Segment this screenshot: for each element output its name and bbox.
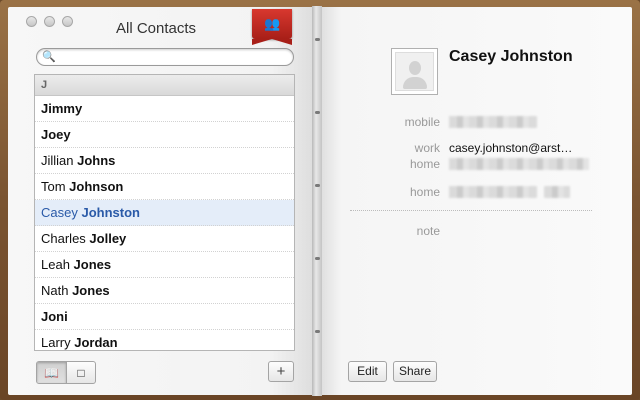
add-contact-button[interactable]: + (268, 361, 294, 382)
contact-list-item[interactable]: Charles Jolley (35, 226, 294, 252)
share-button[interactable]: Share (393, 361, 437, 382)
people-icon: 👥 (264, 16, 281, 31)
contact-first-name: Casey (41, 205, 82, 220)
minimize-button[interactable] (44, 16, 55, 27)
person-silhouette-head (409, 61, 421, 75)
contact-last-name: Jones (72, 283, 110, 298)
avatar-placeholder (395, 52, 434, 91)
contact-first-name: Jillian (41, 153, 78, 168)
person-silhouette-body (403, 77, 427, 89)
contact-list-item[interactable]: Nath Jones (35, 278, 294, 304)
contact-list-item[interactable]: Larry Jordan (35, 330, 294, 350)
redacted-mobile-value (449, 116, 537, 128)
contact-first-name: Larry (41, 335, 75, 350)
window-title: All Contacts (116, 20, 197, 37)
search-icon: 🔍 (42, 51, 56, 63)
contact-list-item[interactable]: Joni (35, 304, 294, 330)
contact-list-item[interactable]: Tom Johnson (35, 174, 294, 200)
field-label-home: home (409, 157, 440, 171)
contact-first-name: Leah (41, 257, 74, 272)
single-card-icon[interactable]: □ (66, 362, 95, 383)
contact-list-item[interactable]: Jimmy (35, 96, 294, 122)
contact-photo[interactable] (391, 48, 438, 95)
contact-last-name: Johnston (81, 205, 140, 220)
view-mode-segmented-control[interactable]: 📖 □ (36, 361, 96, 384)
contact-last-name: Johnson (69, 179, 124, 194)
redacted-home-value (449, 158, 589, 170)
groups-bookmark-button[interactable]: 👥 (252, 9, 292, 45)
binding-ring (315, 330, 320, 333)
edit-button[interactable]: Edit (348, 361, 387, 382)
binding-ring (315, 38, 320, 41)
contact-first-name: Charles (41, 231, 90, 246)
contact-list[interactable]: J Jimmy Joey Jillian Johns Tom Johnson Casey… (34, 74, 295, 351)
contact-last-name: Joey (41, 127, 71, 142)
binding-ring (315, 184, 320, 187)
contact-list-item[interactable]: Joey (35, 122, 294, 148)
binding-ring (315, 257, 320, 260)
search-field[interactable]: 🔍 (36, 48, 294, 66)
contact-first-name: Nath (41, 283, 73, 298)
section-header: J (35, 75, 294, 96)
contact-last-name: Jolley (89, 231, 127, 246)
contact-list-item[interactable]: Leah Jones (35, 252, 294, 278)
open-book-icon[interactable]: 📖 (37, 362, 66, 383)
zoom-button[interactable] (62, 16, 73, 27)
work-email-value[interactable]: casey.johnston@arst… (449, 141, 589, 155)
window-controls (26, 16, 73, 27)
redacted-home-value-3 (544, 186, 570, 198)
book-spine (312, 6, 322, 396)
field-label-home-2: home (409, 185, 440, 199)
contact-last-name: Jimmy (41, 101, 83, 116)
contact-list-item[interactable]: Casey Johnston (35, 200, 294, 226)
binding-ring (315, 111, 320, 114)
contact-first-name: Tom (41, 179, 70, 194)
contact-last-name: Johns (77, 153, 116, 168)
section-divider (350, 210, 592, 211)
contact-last-name: Jones (73, 257, 112, 272)
redacted-home-value-2 (449, 186, 537, 198)
close-button[interactable] (26, 16, 37, 27)
contact-last-name: Joni (41, 309, 68, 324)
contact-name: Casey Johnston (449, 48, 573, 65)
contact-last-name: Jordan (74, 335, 118, 350)
field-label-mobile: mobile (404, 115, 440, 129)
contact-list-item[interactable]: Jillian Johns (35, 148, 294, 174)
field-label-note: note (416, 224, 440, 238)
field-label-work: work (414, 141, 440, 155)
